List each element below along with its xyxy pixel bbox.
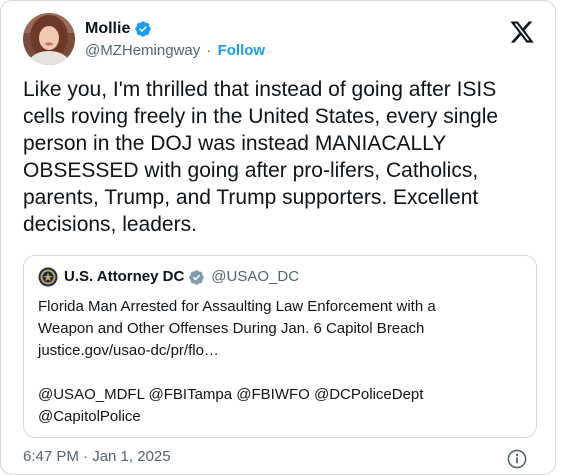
quoted-text-gap	[38, 362, 524, 384]
quoted-author-handle: @USAO_DC	[211, 268, 300, 285]
quoted-author-name: U.S. Attorney DC	[64, 268, 185, 285]
quoted-mentions[interactable]: @CapitolPolice	[38, 406, 524, 428]
x-logo-icon[interactable]	[509, 19, 535, 45]
separator-dot: ·	[206, 42, 212, 59]
quoted-tweet-header: U.S. Attorney DC @USAO_DC	[38, 267, 299, 287]
info-icon[interactable]	[507, 449, 527, 469]
author-name-text[interactable]: Mollie	[85, 19, 130, 39]
quoted-link[interactable]: justice.gov/usao-dc/pr/flo…	[38, 340, 524, 362]
quoted-mentions[interactable]: @USAO_MDFL @FBITampa @FBIWFO @DCPoliceDe…	[38, 384, 524, 406]
quoted-tweet[interactable]: U.S. Attorney DC @USAO_DC Florida Man Ar…	[23, 255, 537, 438]
quoted-text-line: Florida Man Arrested for Assaulting Law …	[38, 298, 436, 315]
author-handle[interactable]: @MZHemingway	[85, 42, 200, 59]
tweet-timestamp[interactable]: 6:47 PM · Jan 1, 2025	[23, 447, 171, 467]
author-handle-row: @MZHemingway · Follow	[85, 42, 265, 60]
tweet-text: Like you, I'm thrilled that instead of g…	[23, 78, 499, 236]
verified-badge-icon	[134, 20, 152, 38]
quoted-tweet-text: Florida Man Arrested for Assaulting Law …	[38, 296, 524, 428]
author-name[interactable]: Mollie	[85, 19, 152, 39]
avatar-image	[23, 13, 75, 65]
tweet-embed-card: Mollie @MZHemingway · Follow Like you, I…	[0, 0, 556, 475]
follow-button[interactable]: Follow	[218, 42, 266, 59]
government-badge-icon	[188, 269, 205, 286]
avatar[interactable]	[23, 13, 75, 65]
doj-seal-icon	[38, 267, 58, 287]
quoted-text-line: Weapon and Other Offenses During Jan. 6 …	[38, 320, 425, 337]
